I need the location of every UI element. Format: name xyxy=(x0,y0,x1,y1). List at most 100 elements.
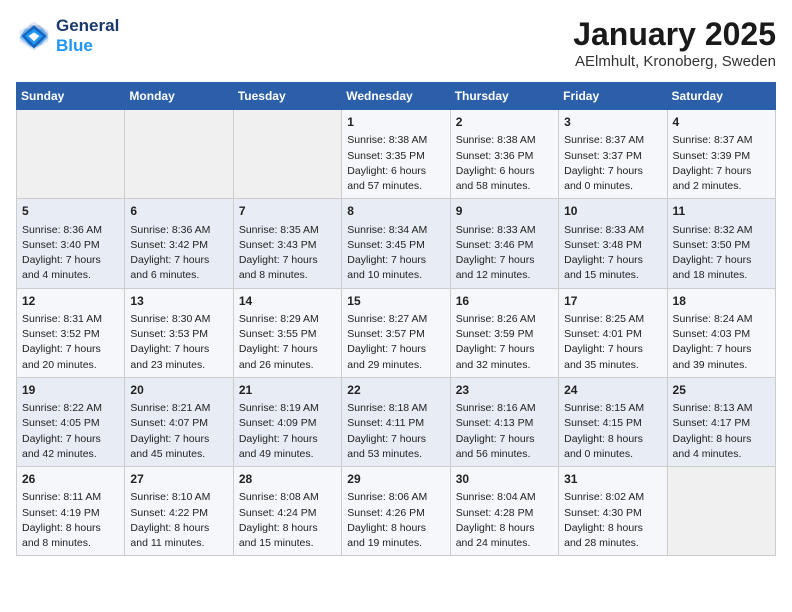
calendar-cell: 8Sunrise: 8:34 AM Sunset: 3:45 PM Daylig… xyxy=(342,199,450,288)
col-header-friday: Friday xyxy=(559,83,667,110)
logo-text: General Blue xyxy=(56,16,119,56)
day-number: 9 xyxy=(456,203,553,220)
day-info: Sunrise: 8:35 AM Sunset: 3:43 PM Dayligh… xyxy=(239,223,336,284)
day-info: Sunrise: 8:32 AM Sunset: 3:50 PM Dayligh… xyxy=(673,223,770,284)
day-number: 2 xyxy=(456,114,553,131)
day-number: 27 xyxy=(130,471,227,488)
day-info: Sunrise: 8:16 AM Sunset: 4:13 PM Dayligh… xyxy=(456,401,553,462)
day-number: 28 xyxy=(239,471,336,488)
calendar-cell: 27 Sunrise: 8:10 AM Sunset: 4:22 PM Dayli… xyxy=(125,467,233,556)
day-number: 26 xyxy=(22,471,119,488)
col-header-monday: Monday xyxy=(125,83,233,110)
calendar-cell: 14Sunrise: 8:29 AM Sunset: 3:55 PM Dayli… xyxy=(233,288,341,377)
day-info: Sunrise: 8:19 AM Sunset: 4:09 PM Dayligh… xyxy=(239,401,336,462)
day-info: Sunrise: 8:38 AM Sunset: 3:35 PM Dayligh… xyxy=(347,133,444,194)
day-info: Sunrise: 8:37 AM Sunset: 3:37 PM Dayligh… xyxy=(564,133,661,194)
col-header-sunday: Sunday xyxy=(17,83,125,110)
calendar-cell: 7 Sunrise: 8:35 AM Sunset: 3:43 PM Daylig… xyxy=(233,199,341,288)
col-header-thursday: Thursday xyxy=(450,83,558,110)
day-info: Sunrise: 8:31 AM Sunset: 3:52 PM Dayligh… xyxy=(22,312,119,373)
day-number: 20 xyxy=(130,382,227,399)
calendar-cell: 1 Sunrise: 8:38 AM Sunset: 3:35 PM Daylig… xyxy=(342,110,450,199)
logo: General Blue xyxy=(16,16,119,56)
day-info: Sunrise: 8:33 AM Sunset: 3:46 PM Dayligh… xyxy=(456,223,553,284)
day-info: Sunrise: 8:34 AM Sunset: 3:45 PM Dayligh… xyxy=(347,223,444,284)
day-info: Sunrise: 8:30 AM Sunset: 3:53 PM Dayligh… xyxy=(130,312,227,373)
day-number: 24 xyxy=(564,382,661,399)
day-info: Sunrise: 8:36 AM Sunset: 3:42 PM Dayligh… xyxy=(130,223,227,284)
day-number: 23 xyxy=(456,382,553,399)
day-number: 30 xyxy=(456,471,553,488)
day-info: Sunrise: 8:10 AM Sunset: 4:22 PM Dayligh… xyxy=(130,490,227,551)
calendar-cell xyxy=(667,467,775,556)
col-header-wednesday: Wednesday xyxy=(342,83,450,110)
calendar-cell xyxy=(125,110,233,199)
day-number: 22 xyxy=(347,382,444,399)
day-number: 4 xyxy=(673,114,770,131)
day-number: 16 xyxy=(456,293,553,310)
day-number: 1 xyxy=(347,114,444,131)
calendar-cell: 28 Sunrise: 8:08 AM Sunset: 4:24 PM Dayli… xyxy=(233,467,341,556)
calendar-cell: 2 Sunrise: 8:38 AM Sunset: 3:36 PM Daylig… xyxy=(450,110,558,199)
calendar-cell: 18 Sunrise: 8:24 AM Sunset: 4:03 PM Dayli… xyxy=(667,288,775,377)
calendar-table: SundayMondayTuesdayWednesdayThursdayFrid… xyxy=(16,82,776,556)
day-info: Sunrise: 8:24 AM Sunset: 4:03 PM Dayligh… xyxy=(673,312,770,373)
day-info: Sunrise: 8:13 AM Sunset: 4:17 PM Dayligh… xyxy=(673,401,770,462)
calendar-cell: 17Sunrise: 8:25 AM Sunset: 4:01 PM Dayli… xyxy=(559,288,667,377)
day-number: 10 xyxy=(564,203,661,220)
calendar-cell: 19Sunrise: 8:22 AM Sunset: 4:05 PM Dayli… xyxy=(17,377,125,466)
day-info: Sunrise: 8:26 AM Sunset: 3:59 PM Dayligh… xyxy=(456,312,553,373)
calendar-cell: 10 Sunrise: 8:33 AM Sunset: 3:48 PM Dayli… xyxy=(559,199,667,288)
day-info: Sunrise: 8:08 AM Sunset: 4:24 PM Dayligh… xyxy=(239,490,336,551)
calendar-cell: 29 Sunrise: 8:06 AM Sunset: 4:26 PM Dayli… xyxy=(342,467,450,556)
day-number: 7 xyxy=(239,203,336,220)
day-number: 18 xyxy=(673,293,770,310)
calendar-cell: 30 Sunrise: 8:04 AM Sunset: 4:28 PM Dayli… xyxy=(450,467,558,556)
calendar-cell: 6Sunrise: 8:36 AM Sunset: 3:42 PM Daylig… xyxy=(125,199,233,288)
calendar-cell: 5Sunrise: 8:36 AM Sunset: 3:40 PM Daylig… xyxy=(17,199,125,288)
calendar-cell: 15Sunrise: 8:27 AM Sunset: 3:57 PM Dayli… xyxy=(342,288,450,377)
calendar-cell: 16 Sunrise: 8:26 AM Sunset: 3:59 PM Dayli… xyxy=(450,288,558,377)
day-number: 31 xyxy=(564,471,661,488)
day-number: 29 xyxy=(347,471,444,488)
calendar-cell: 31 Sunrise: 8:02 AM Sunset: 4:30 PM Dayli… xyxy=(559,467,667,556)
day-number: 21 xyxy=(239,382,336,399)
col-header-saturday: Saturday xyxy=(667,83,775,110)
calendar-cell: 22Sunrise: 8:18 AM Sunset: 4:11 PM Dayli… xyxy=(342,377,450,466)
day-number: 5 xyxy=(22,203,119,220)
day-info: Sunrise: 8:15 AM Sunset: 4:15 PM Dayligh… xyxy=(564,401,661,462)
calendar-cell: 11 Sunrise: 8:32 AM Sunset: 3:50 PM Dayli… xyxy=(667,199,775,288)
calendar-cell: 4 Sunrise: 8:37 AM Sunset: 3:39 PM Daylig… xyxy=(667,110,775,199)
day-info: Sunrise: 8:25 AM Sunset: 4:01 PM Dayligh… xyxy=(564,312,661,373)
day-info: Sunrise: 8:27 AM Sunset: 3:57 PM Dayligh… xyxy=(347,312,444,373)
day-number: 25 xyxy=(673,382,770,399)
calendar-subtitle: AElmhult, Kronoberg, Sweden xyxy=(573,53,776,70)
logo-icon xyxy=(16,18,52,54)
day-info: Sunrise: 8:02 AM Sunset: 4:30 PM Dayligh… xyxy=(564,490,661,551)
day-info: Sunrise: 8:22 AM Sunset: 4:05 PM Dayligh… xyxy=(22,401,119,462)
day-info: Sunrise: 8:06 AM Sunset: 4:26 PM Dayligh… xyxy=(347,490,444,551)
day-info: Sunrise: 8:04 AM Sunset: 4:28 PM Dayligh… xyxy=(456,490,553,551)
calendar-cell xyxy=(17,110,125,199)
calendar-cell: 3 Sunrise: 8:37 AM Sunset: 3:37 PM Daylig… xyxy=(559,110,667,199)
title-block: January 2025 AElmhult, Kronoberg, Sweden xyxy=(573,16,776,70)
calendar-cell xyxy=(233,110,341,199)
calendar-cell: 21 Sunrise: 8:19 AM Sunset: 4:09 PM Dayli… xyxy=(233,377,341,466)
calendar-cell: 26 Sunrise: 8:11 AM Sunset: 4:19 PM Dayli… xyxy=(17,467,125,556)
day-info: Sunrise: 8:11 AM Sunset: 4:19 PM Dayligh… xyxy=(22,490,119,551)
day-number: 3 xyxy=(564,114,661,131)
day-info: Sunrise: 8:37 AM Sunset: 3:39 PM Dayligh… xyxy=(673,133,770,194)
day-info: Sunrise: 8:33 AM Sunset: 3:48 PM Dayligh… xyxy=(564,223,661,284)
calendar-cell: 24 Sunrise: 8:15 AM Sunset: 4:15 PM Dayli… xyxy=(559,377,667,466)
day-number: 12 xyxy=(22,293,119,310)
day-number: 13 xyxy=(130,293,227,310)
calendar-cell: 13 Sunrise: 8:30 AM Sunset: 3:53 PM Dayli… xyxy=(125,288,233,377)
day-info: Sunrise: 8:38 AM Sunset: 3:36 PM Dayligh… xyxy=(456,133,553,194)
calendar-cell: 25 Sunrise: 8:13 AM Sunset: 4:17 PM Dayli… xyxy=(667,377,775,466)
calendar-cell: 20Sunrise: 8:21 AM Sunset: 4:07 PM Dayli… xyxy=(125,377,233,466)
calendar-title: January 2025 xyxy=(573,16,776,53)
calendar-cell: 9 Sunrise: 8:33 AM Sunset: 3:46 PM Daylig… xyxy=(450,199,558,288)
col-header-tuesday: Tuesday xyxy=(233,83,341,110)
day-number: 11 xyxy=(673,203,770,220)
day-info: Sunrise: 8:29 AM Sunset: 3:55 PM Dayligh… xyxy=(239,312,336,373)
